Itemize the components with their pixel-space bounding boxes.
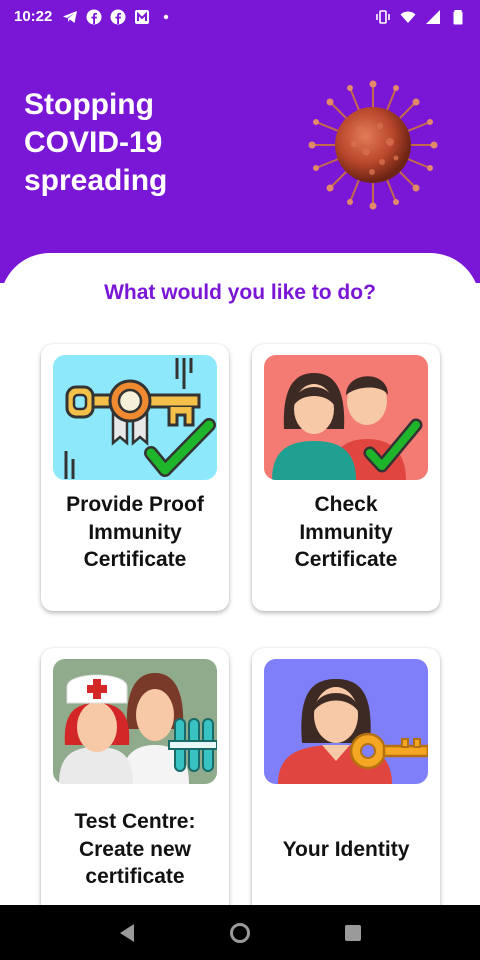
tile-label-line: Provide Proof: [66, 493, 204, 516]
virus-icon: [308, 80, 438, 210]
status-bar: 10:22: [0, 0, 480, 33]
question-heading: What would you like to do?: [104, 281, 376, 304]
tile-label-line: Your Identity: [282, 838, 410, 861]
telegram-icon: [62, 9, 78, 25]
key-certificate-icon: [53, 355, 217, 480]
header-title-line: COVID-19: [24, 126, 163, 159]
system-icons: [375, 9, 466, 25]
vibrate-icon: [375, 9, 391, 25]
test-centre-button[interactable]: Test Centre: Create new certificate: [41, 648, 229, 905]
notification-icons: [62, 9, 174, 25]
tile-label-line: Test Centre:: [74, 810, 196, 833]
home-icon[interactable]: [220, 913, 260, 953]
app-icon: [134, 9, 150, 25]
nurse-doctor-icon: [53, 659, 217, 784]
header-title: Stopping COVID-19 spreading: [24, 86, 264, 200]
header-title-line: spreading: [24, 164, 168, 197]
tile-label-line: certificate: [85, 865, 185, 888]
tile-label-line: Create new: [78, 837, 192, 861]
back-icon[interactable]: [107, 913, 147, 953]
status-time: 10:22: [14, 8, 53, 25]
recents-icon[interactable]: [333, 913, 373, 953]
person-key-icon: [264, 659, 428, 784]
tile-label-line: Certificate: [294, 548, 398, 571]
tile-label-line: Immunity: [88, 520, 182, 544]
tile-label: Test Centre: Create new certificate: [47, 808, 223, 891]
tile-label: Your Identity: [258, 836, 434, 864]
battery-icon: [450, 9, 466, 25]
people-check-icon: [264, 355, 428, 480]
header-title-line: Stopping: [24, 88, 154, 121]
tile-label: Check Immunity Certificate: [258, 491, 434, 574]
facebook-icon: [86, 9, 102, 25]
dot-icon: [158, 9, 174, 25]
tile-label-line: Check: [314, 493, 378, 516]
tile-label-line: Immunity: [299, 520, 393, 544]
check-immunity-button[interactable]: Check Immunity Certificate: [252, 344, 440, 611]
facebook-icon: [110, 9, 126, 25]
header-banner: Stopping COVID-19 spreading: [0, 33, 480, 283]
tile-label-line: Certificate: [83, 548, 187, 571]
tile-label: Provide Proof Immunity Certificate: [47, 491, 223, 574]
main-panel: What would you like to do? Provide Proof…: [0, 253, 480, 905]
wifi-icon: [400, 9, 416, 25]
provide-proof-button[interactable]: Provide Proof Immunity Certificate: [41, 344, 229, 611]
navigation-bar: [0, 905, 480, 960]
your-identity-button[interactable]: Your Identity: [252, 648, 440, 905]
signal-icon: [425, 9, 441, 25]
